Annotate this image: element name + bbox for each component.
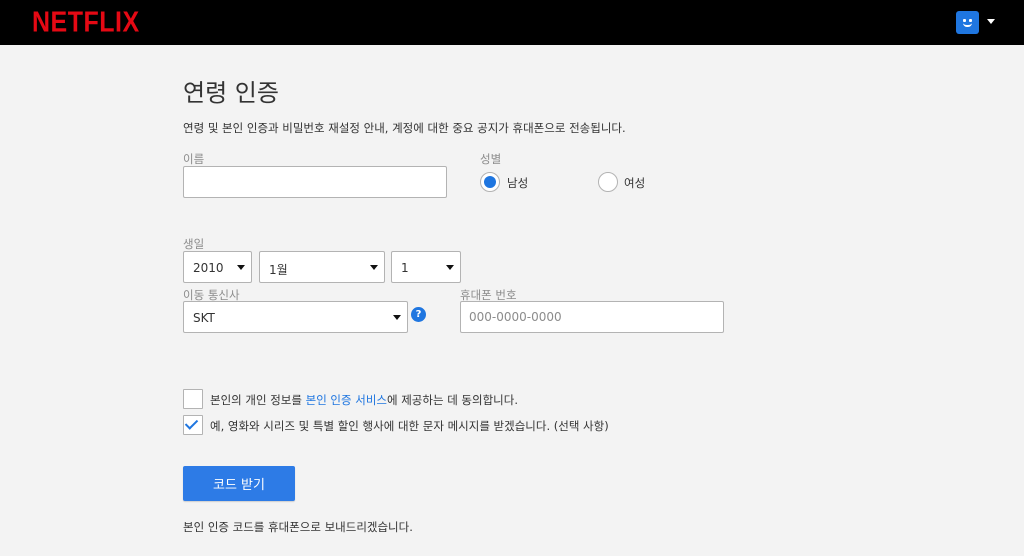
caret-down-icon (370, 265, 378, 270)
identity-service-link[interactable]: 본인 인증 서비스 (306, 393, 387, 407)
birth-year-value: 2010 (193, 261, 224, 275)
page-title: 연령 인증 (183, 79, 279, 107)
birth-year-select[interactable]: 2010 (183, 251, 252, 283)
caret-down-icon[interactable] (987, 19, 995, 24)
gender-male-label: 남성 (507, 176, 529, 190)
privacy-consent-prefix: 본인의 개인 정보를 (210, 393, 306, 407)
name-label: 이름 (183, 152, 205, 166)
gender-female-radio[interactable] (598, 172, 618, 192)
privacy-consent-checkbox[interactable] (183, 389, 203, 409)
question-mark-icon[interactable]: ? (411, 307, 426, 322)
birth-month-select[interactable]: 1월 (259, 251, 385, 283)
sms-offers-checkbox[interactable] (183, 415, 203, 435)
carrier-value: SKT (193, 311, 215, 325)
verification-note: 본인 인증 코드를 휴대폰으로 보내드리겠습니다. (183, 520, 413, 534)
gender-label: 성별 (480, 152, 502, 166)
privacy-consent-suffix: 에 제공하는 데 동의합니다. (386, 393, 518, 407)
caret-down-icon (393, 315, 401, 320)
gender-female-label: 여성 (624, 176, 646, 190)
avatar-mouth (963, 23, 972, 27)
checkmark-icon (184, 416, 199, 430)
birthday-label: 생일 (183, 237, 205, 251)
netflix-logo[interactable]: NETFLIX (32, 6, 140, 39)
phone-number-input[interactable] (460, 301, 724, 333)
avatar-eye-left (963, 19, 966, 22)
caret-down-icon (237, 265, 245, 270)
sms-offers-text: 예, 영화와 시리즈 및 특별 할인 행사에 대한 문자 메시지를 받겠습니다.… (210, 419, 609, 433)
privacy-consent-text: 본인의 개인 정보를 본인 인증 서비스에 제공하는 데 동의합니다. (210, 392, 518, 408)
birth-month-value: 1월 (269, 263, 288, 277)
name-input[interactable] (183, 166, 447, 198)
page-subtitle: 연령 및 본인 인증과 비밀번호 재설정 안내, 계정에 대한 중요 공지가 휴… (183, 121, 626, 135)
birth-day-select[interactable]: 1 (391, 251, 461, 283)
carrier-select[interactable]: SKT (183, 301, 408, 333)
caret-down-icon (446, 265, 454, 270)
get-code-button[interactable]: 코드 받기 (183, 466, 295, 501)
gender-male-radio[interactable] (480, 172, 500, 192)
avatar-eye-right (969, 19, 972, 22)
birth-day-value: 1 (401, 261, 409, 275)
smiley-avatar-icon[interactable] (956, 11, 979, 34)
top-navigation-bar: NETFLIX (0, 0, 1024, 45)
